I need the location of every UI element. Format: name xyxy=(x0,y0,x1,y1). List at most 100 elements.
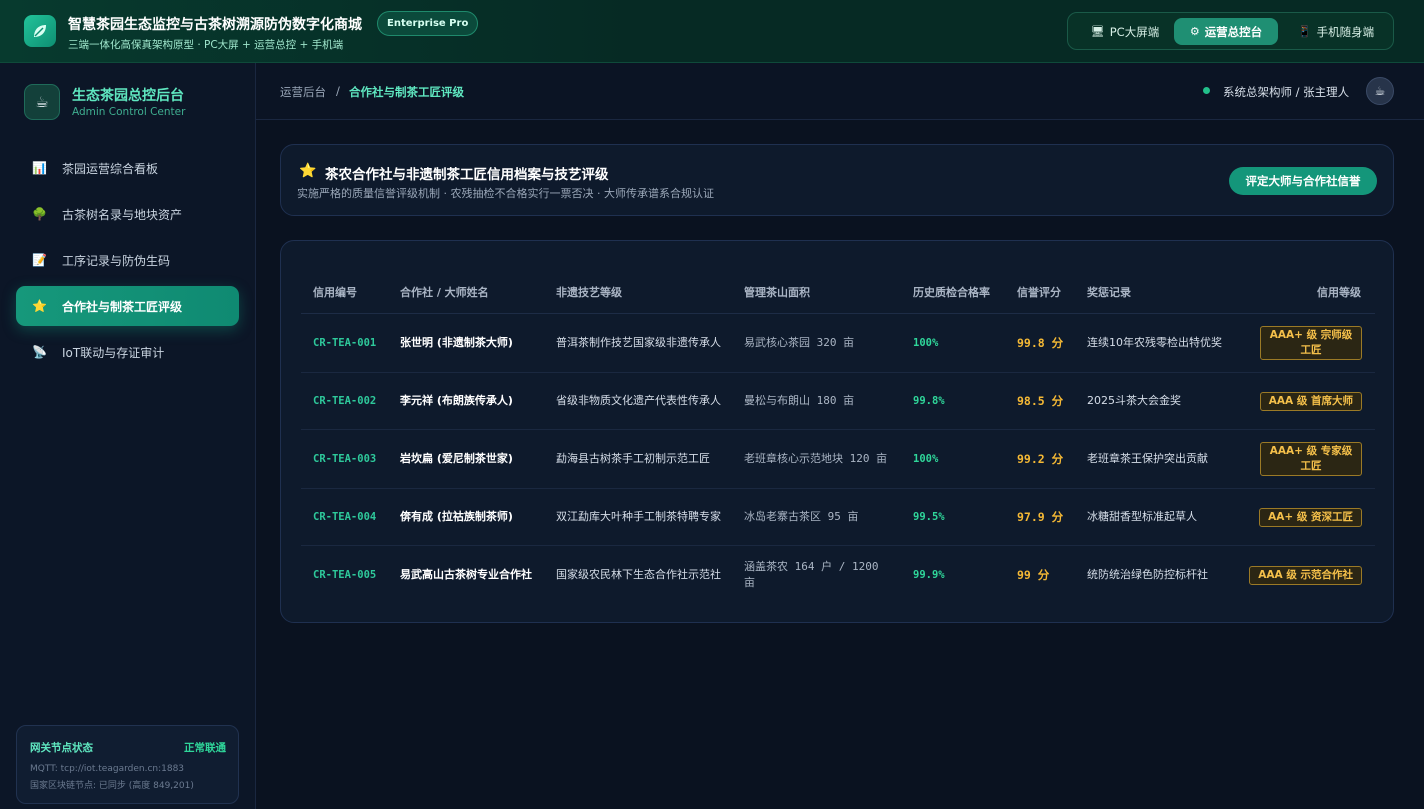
sidebar-item-cooperative-rating[interactable]: ⭐ 合作社与制茶工匠评级 xyxy=(16,286,239,326)
pass-rate: 99.9% xyxy=(913,569,945,581)
sidebar-item-dashboard[interactable]: 📊 茶园运营综合看板 xyxy=(16,148,239,188)
credit-score: 99.2 分 xyxy=(1017,452,1064,466)
rate-master-button[interactable]: 评定大师与合作社信誉 xyxy=(1229,167,1377,195)
credit-table-card: 信用编号 合作社 / 大师姓名 非遗技艺等级 管理茶山面积 历史质检合格率 信誉… xyxy=(280,240,1394,623)
column-header: 奖惩记录 xyxy=(1087,285,1131,299)
credit-grade-cell: AA+ 级 资深工匠 xyxy=(1241,489,1362,545)
credit-score: 99 分 xyxy=(1017,568,1050,582)
sidebar-item-iot-audit[interactable]: 📡 IoT联动与存证审计 xyxy=(16,332,239,372)
credit-grade-cell: AAA 级 首席大师 xyxy=(1241,373,1362,429)
breadcrumb-root[interactable]: 运营后台 xyxy=(280,84,326,100)
app-title: 智慧茶园生态监控与古茶树溯源防伪数字化商城 xyxy=(68,17,362,33)
star-icon: ⭐ xyxy=(32,299,47,313)
credit-id: CR-TEA-005 xyxy=(313,569,377,581)
award-record: 冰糖甜香型标准起草人 xyxy=(1087,510,1197,523)
tree-icon: 🌳 xyxy=(32,207,47,221)
heritage-level: 省级非物质文化遗产代表性传承人 xyxy=(556,394,721,407)
view-switcher: 🖥 PC大屏端 ⚙ 运营总控台 📱 手机随身端 xyxy=(1067,12,1394,50)
sidebar-item-tea-trees[interactable]: 🌳 古茶树名录与地块资产 xyxy=(16,194,239,234)
credit-grade-badge: AAA+ 级 宗师级工匠 xyxy=(1260,326,1362,360)
column-header: 历史质检合格率 xyxy=(913,285,990,299)
column-header: 信誉评分 xyxy=(1017,285,1061,299)
gateway-title: 网关节点状态 xyxy=(30,742,93,754)
column-header: 非遗技艺等级 xyxy=(556,285,622,299)
table-row[interactable]: CR-TEA-005 易武高山古茶树专业合作社 国家级农民林下生态合作社示范社 … xyxy=(301,546,1375,604)
master-name: 张世明 (非遗制茶大师) xyxy=(400,336,513,349)
sidebar-item-label: 合作社与制茶工匠评级 xyxy=(62,299,183,314)
document-icon: 📝 xyxy=(32,253,47,267)
avatar[interactable]: ☕ xyxy=(1366,77,1394,105)
monitor-icon: 🖥 xyxy=(1090,25,1105,38)
column-header: 信用编号 xyxy=(313,285,357,299)
user-label: 系统总架构师 / 张主理人 xyxy=(1223,85,1350,99)
leaf-icon xyxy=(34,25,46,37)
view-label: 运营总控台 xyxy=(1204,24,1263,39)
credit-score: 99.8 分 xyxy=(1017,336,1064,350)
view-label: PC大屏端 xyxy=(1109,24,1160,39)
app-subtitle: 三端一体化高保真架构原型 · PC大屏 + 运营总控 + 手机端 xyxy=(68,39,344,51)
managed-area: 老班章核心示范地块 120 亩 xyxy=(744,452,888,465)
heritage-level: 国家级农民林下生态合作社示范社 xyxy=(556,568,721,581)
sidebar-subtitle: Admin Control Center xyxy=(72,106,186,118)
credit-grade-cell: AAA+ 级 专家级工匠 xyxy=(1241,430,1362,488)
credit-grade-cell: AAA 级 示范合作社 xyxy=(1221,546,1362,604)
master-name: 倴有成 (拉祜族制茶师) xyxy=(400,510,513,523)
credit-score: 98.5 分 xyxy=(1017,394,1064,408)
heritage-level: 勐海县古树茶手工初制示范工匠 xyxy=(556,452,710,465)
award-record: 老班章茶王保护突出贡献 xyxy=(1087,452,1208,465)
managed-area: 冰岛老寨古茶区 95 亩 xyxy=(744,510,859,523)
credit-grade-badge: AAA+ 级 专家级工匠 xyxy=(1260,442,1362,476)
pass-rate: 100% xyxy=(913,453,939,465)
column-header: 信用等级 xyxy=(1317,285,1361,299)
sidebar-item-label: 茶园运营综合看板 xyxy=(62,161,159,176)
edition-badge: Enterprise Pro xyxy=(377,11,479,36)
table-row[interactable]: CR-TEA-004 倴有成 (拉祜族制茶师) 双江勐库大叶种手工制茶特聘专家 … xyxy=(301,489,1375,546)
credit-id: CR-TEA-002 xyxy=(313,395,377,407)
master-name: 易武高山古茶树专业合作社 xyxy=(400,568,532,581)
sidebar-item-label: 工序记录与防伪生码 xyxy=(62,253,171,268)
view-ops-console-button[interactable]: ⚙ 运营总控台 xyxy=(1174,18,1278,45)
phone-icon: 📱 xyxy=(1297,25,1312,38)
chart-icon: 📊 xyxy=(32,161,47,175)
sidebar-item-process-records[interactable]: 📝 工序记录与防伪生码 xyxy=(16,240,239,280)
heritage-level: 双江勐库大叶种手工制茶特聘专家 xyxy=(556,510,721,523)
table-row[interactable]: CR-TEA-001 张世明 (非遗制茶大师) 普洱茶制作技艺国家级非遗传承人 … xyxy=(301,314,1375,373)
table-row[interactable]: CR-TEA-003 岩坎扁 (爱尼制茶世家) 勐海县古树茶手工初制示范工匠 老… xyxy=(301,430,1375,489)
master-name: 李元祥 (布朗族传承人) xyxy=(400,394,513,407)
credit-score: 97.9 分 xyxy=(1017,510,1064,524)
gateway-mqtt: MQTT: tcp://iot.teagarden.cn:1883 xyxy=(30,764,185,774)
breadcrumb-separator: / xyxy=(336,84,340,98)
credit-grade-badge: AAA 级 首席大师 xyxy=(1259,391,1362,411)
managed-area: 涵盖茶农 164 户 / 1200 亩 xyxy=(744,560,879,589)
app-logo xyxy=(24,15,56,47)
sidebar-title: 生态茶园总控后台 xyxy=(72,88,184,104)
pass-rate: 99.8% xyxy=(913,395,945,407)
gateway-status-card: 网关节点状态 正常联通 MQTT: tcp://iot.teagarden.cn… xyxy=(16,725,239,804)
view-label: 手机随身端 xyxy=(1316,24,1375,39)
gateway-status: 正常联通 xyxy=(184,742,226,754)
gateway-chain: 国家区块链节点: 已同步 (高度 849,201) xyxy=(30,781,194,791)
view-mobile-button[interactable]: 📱 手机随身端 xyxy=(1284,18,1388,45)
page-header-card: ⭐ 茶农合作社与非遗制茶工匠信用档案与技艺评级 实施严格的质量信誉评级机制 · … xyxy=(280,144,1394,216)
page-title: 茶农合作社与非遗制茶工匠信用档案与技艺评级 xyxy=(325,167,609,183)
credit-grade-cell: AAA+ 级 宗师级工匠 xyxy=(1241,314,1362,372)
view-pc-screen-button[interactable]: 🖥 PC大屏端 xyxy=(1074,18,1176,45)
credit-grade-badge: AA+ 级 资深工匠 xyxy=(1259,507,1362,527)
console-logo-icon: ☕ xyxy=(24,84,60,120)
column-header: 合作社 / 大师姓名 xyxy=(400,285,489,299)
credit-id: CR-TEA-001 xyxy=(313,337,377,349)
star-icon: ⭐ xyxy=(299,163,317,179)
sidebar-item-label: IoT联动与存证审计 xyxy=(62,345,165,360)
credit-id: CR-TEA-003 xyxy=(313,453,377,465)
master-name: 岩坎扁 (爱尼制茶世家) xyxy=(400,452,513,465)
gear-icon: ⚙ xyxy=(1189,25,1200,38)
heritage-level: 普洱茶制作技艺国家级非遗传承人 xyxy=(556,336,721,349)
award-record: 2025斗茶大会金奖 xyxy=(1087,394,1181,407)
table-row[interactable]: CR-TEA-002 李元祥 (布朗族传承人) 省级非物质文化遗产代表性传承人 … xyxy=(301,373,1375,430)
pass-rate: 99.5% xyxy=(913,511,945,523)
column-header: 管理茶山面积 xyxy=(744,285,810,299)
breadcrumb-bar: 运营后台 / 合作社与制茶工匠评级 系统总架构师 / 张主理人 ☕ xyxy=(256,63,1424,120)
top-header: 智慧茶园生态监控与古茶树溯源防伪数字化商城 Enterprise Pro 三端一… xyxy=(0,0,1424,63)
page-description: 实施严格的质量信誉评级机制 · 农残抽检不合格实行一票否决 · 大师传承谱系合规… xyxy=(297,187,714,200)
credit-id: CR-TEA-004 xyxy=(313,511,377,523)
